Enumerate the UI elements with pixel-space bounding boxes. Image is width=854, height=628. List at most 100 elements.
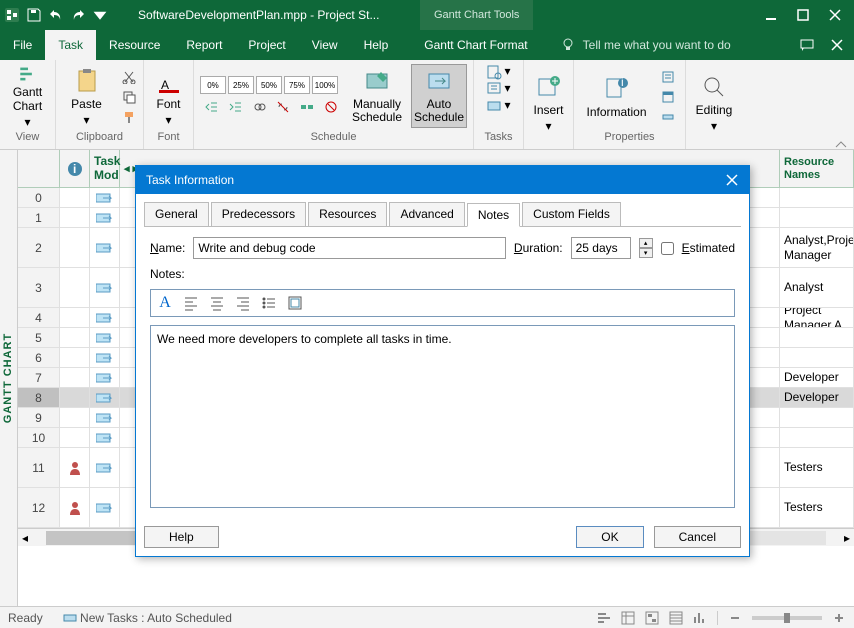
resource-cell[interactable] — [780, 408, 854, 427]
row-number[interactable]: 2 — [18, 228, 60, 267]
close-icon[interactable] — [828, 8, 842, 22]
dialog-tab-general[interactable]: General — [144, 202, 209, 226]
tell-me-search[interactable]: Tell me what you want to do — [561, 38, 731, 52]
timeline-button[interactable] — [657, 108, 679, 126]
task-mode-cell[interactable] — [90, 448, 120, 487]
resource-cell[interactable] — [780, 428, 854, 447]
auto-schedule-button[interactable]: Auto Schedule — [411, 64, 467, 128]
minimize-icon[interactable] — [764, 8, 778, 22]
info-cell[interactable] — [60, 328, 90, 347]
info-cell[interactable] — [60, 488, 90, 527]
indent-button[interactable] — [224, 98, 246, 116]
zoom-in-icon[interactable] — [832, 611, 846, 625]
task-mode-cell[interactable] — [90, 348, 120, 367]
duration-spinner[interactable]: ▴▾ — [639, 238, 653, 258]
tab-view[interactable]: View — [299, 30, 351, 60]
save-icon[interactable] — [26, 7, 42, 23]
tab-project[interactable]: Project — [235, 30, 298, 60]
task-mode-cell[interactable] — [90, 388, 120, 407]
row-number[interactable]: 11 — [18, 448, 60, 487]
dialog-tab-resources[interactable]: Resources — [308, 202, 387, 226]
manually-schedule-button[interactable]: Manually Schedule — [349, 64, 405, 128]
notes-textarea[interactable]: We need more developers to complete all … — [150, 325, 735, 508]
font-format-button[interactable]: A — [153, 292, 177, 314]
info-cell[interactable] — [60, 388, 90, 407]
split-button[interactable] — [296, 98, 318, 116]
task-mode-cell[interactable] — [90, 328, 120, 347]
task-mode-cell[interactable] — [90, 268, 120, 307]
row-number[interactable]: 5 — [18, 328, 60, 347]
paste-button[interactable]: Paste▾ — [60, 65, 114, 129]
zoom-slider[interactable] — [752, 616, 822, 620]
align-center-button[interactable] — [205, 292, 229, 314]
pct-0[interactable]: 0% — [200, 76, 226, 94]
feedback-icon[interactable] — [800, 38, 814, 52]
insert-button[interactable]: Insert▾ — [522, 71, 576, 135]
resource-cell[interactable] — [780, 328, 854, 347]
maximize-icon[interactable] — [796, 8, 810, 22]
dialog-tab-predecessors[interactable]: Predecessors — [211, 202, 306, 226]
bullet-list-button[interactable] — [257, 292, 281, 314]
view-gantt-icon[interactable] — [597, 611, 611, 625]
info-cell[interactable] — [60, 228, 90, 267]
resource-cell[interactable]: Testers — [780, 488, 854, 527]
copy-button[interactable] — [118, 88, 140, 106]
align-left-button[interactable] — [179, 292, 203, 314]
name-input[interactable] — [193, 237, 506, 259]
info-cell[interactable] — [60, 448, 90, 487]
header-info[interactable]: i — [60, 150, 90, 187]
info-cell[interactable] — [60, 308, 90, 327]
pct-25[interactable]: 25% — [228, 76, 254, 94]
row-number[interactable]: 4 — [18, 308, 60, 327]
estimated-checkbox[interactable] — [661, 242, 674, 255]
gantt-chart-label[interactable]: GANTT CHART — [0, 150, 18, 606]
insert-object-button[interactable] — [283, 292, 307, 314]
details-button[interactable] — [657, 88, 679, 106]
task-mode-cell[interactable] — [90, 208, 120, 227]
resource-cell[interactable] — [780, 348, 854, 367]
task-mode-cell[interactable] — [90, 228, 120, 267]
zoom-out-icon[interactable] — [728, 611, 742, 625]
link-button[interactable] — [248, 98, 270, 116]
tab-resource[interactable]: Resource — [96, 30, 173, 60]
tab-format[interactable]: Gantt Chart Format — [411, 30, 540, 60]
tab-report[interactable]: Report — [173, 30, 235, 60]
info-cell[interactable] — [60, 348, 90, 367]
pct-75[interactable]: 75% — [284, 76, 310, 94]
pct-100[interactable]: 100% — [312, 76, 338, 94]
gantt-chart-button[interactable]: Gantt Chart ▾ — [1, 65, 55, 129]
pct-50[interactable]: 50% — [256, 76, 282, 94]
view-task-usage-icon[interactable] — [621, 611, 635, 625]
duration-input[interactable] — [571, 237, 631, 259]
help-button[interactable]: Help — [144, 526, 219, 548]
header-rownum[interactable] — [18, 150, 60, 187]
resource-cell[interactable] — [780, 188, 854, 207]
redo-icon[interactable] — [70, 7, 86, 23]
resource-cell[interactable] — [780, 208, 854, 227]
close-pane-icon[interactable] — [830, 38, 844, 52]
view-report-icon[interactable] — [693, 611, 707, 625]
info-cell[interactable] — [60, 188, 90, 207]
tab-help[interactable]: Help — [351, 30, 402, 60]
move-button[interactable]: ▾ — [486, 81, 510, 97]
row-number[interactable]: 12 — [18, 488, 60, 527]
ok-button[interactable]: OK — [576, 526, 643, 548]
outdent-button[interactable] — [200, 98, 222, 116]
row-number[interactable]: 9 — [18, 408, 60, 427]
dialog-tab-custom[interactable]: Custom Fields — [522, 202, 621, 226]
align-right-button[interactable] — [231, 292, 255, 314]
view-resource-sheet-icon[interactable] — [669, 611, 683, 625]
info-cell[interactable] — [60, 408, 90, 427]
header-resource[interactable]: Resource Names — [780, 150, 854, 187]
header-task-mode[interactable]: Task Mod — [90, 150, 120, 187]
row-number[interactable]: 10 — [18, 428, 60, 447]
row-number[interactable]: 1 — [18, 208, 60, 227]
info-cell[interactable] — [60, 268, 90, 307]
resource-cell[interactable]: Project Manager,A — [780, 308, 854, 327]
qat-dropdown-icon[interactable] — [92, 7, 108, 23]
format-painter-button[interactable] — [118, 108, 140, 126]
task-mode-cell[interactable] — [90, 188, 120, 207]
dialog-tab-notes[interactable]: Notes — [467, 203, 520, 227]
tab-task[interactable]: Task — [45, 30, 96, 60]
notes-button[interactable] — [657, 68, 679, 86]
